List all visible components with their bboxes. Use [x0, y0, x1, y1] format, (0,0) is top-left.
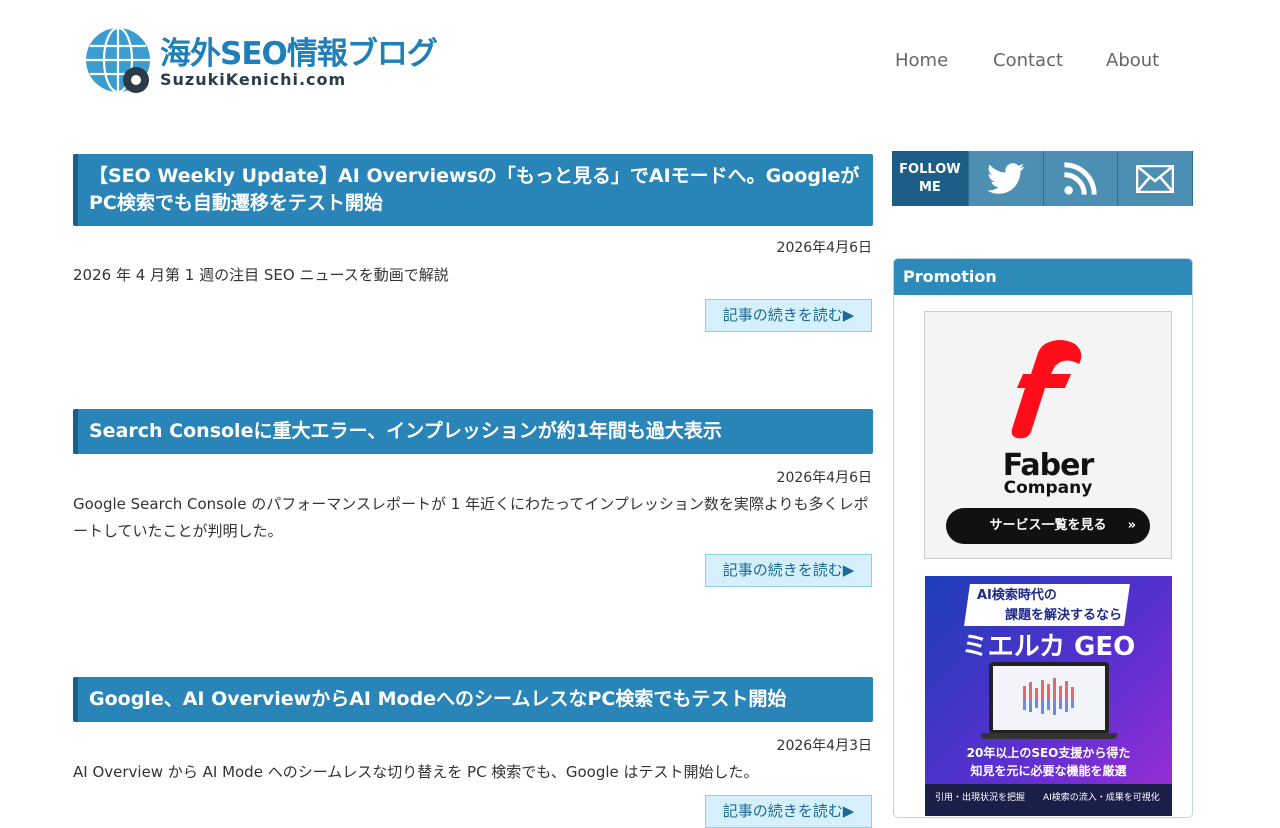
faber-logo-icon — [1011, 340, 1082, 439]
post-title[interactable]: 【SEO Weekly Update】AI Overviewsの「もっと見る」で… — [73, 154, 873, 226]
faber-company-ad[interactable]: Faber Company サービス一覧を見る » — [924, 311, 1172, 559]
rss-icon — [1064, 161, 1098, 195]
mail-button[interactable] — [1117, 151, 1193, 206]
nav-home-link[interactable]: Home — [895, 50, 948, 71]
nav-about[interactable]: About — [1106, 50, 1159, 71]
ad2-product: ミエルカ GEO — [961, 632, 1136, 662]
chart-icon — [1023, 678, 1074, 715]
ad2-bullet1: 引用・出現状況を把握 — [935, 793, 1026, 803]
logo-subtitle: SuzukiKenichi.com — [160, 70, 347, 89]
mail-icon — [1136, 164, 1175, 193]
mieruca-geo-ad[interactable]: AI検索時代の 課題を解決するなら ミエルカ GEO 20年以上のSEO支援から… — [925, 576, 1172, 816]
nav-home[interactable]: Home — [895, 50, 948, 71]
nav-about-link[interactable]: About — [1106, 50, 1159, 71]
ad2-tagline2: 知見を元に必要な機能を厳選 — [970, 764, 1127, 778]
twitter-icon — [986, 162, 1024, 194]
ad2-laptop-image — [989, 662, 1109, 734]
read-more-button[interactable]: 記事の続きを読む▶ — [705, 554, 872, 587]
ad2-bullets: 引用・出現状況を把握 AI検索の流入・成果を可視化 — [925, 784, 1172, 816]
site-logo[interactable]: 海外SEO情報ブログ SuzukiKenichi.com — [80, 24, 480, 100]
read-more-button[interactable]: 記事の続きを読む▶ — [705, 299, 872, 332]
ad2-laptop-base — [981, 733, 1117, 739]
faber-service-label: サービス一覧を見る — [989, 518, 1107, 533]
post-date: 2026年4月6日 — [776, 470, 872, 486]
ad2-tagline1: 20年以上のSEO支援から得た — [966, 746, 1131, 760]
twitter-button[interactable] — [967, 151, 1043, 206]
chevron-right-icon: » — [1127, 518, 1136, 533]
follow-label: FOLLOW ME — [892, 151, 968, 206]
post-title[interactable]: Search Consoleに重大エラー、インプレッションが約1年間も過大表示 — [73, 409, 873, 454]
faber-service-button[interactable]: サービス一覧を見る » — [946, 508, 1150, 544]
post-title[interactable]: Google、AI OverviewからAI ModeへのシームレスなPC検索で… — [73, 677, 873, 722]
company-brand: Company — [1003, 478, 1093, 498]
nav-contact-link[interactable]: Contact — [993, 50, 1063, 71]
logo-title: 海外SEO情報ブログ — [160, 36, 438, 72]
post-excerpt: 2026 年 4 月第 1 週の注目 SEO ニュースを動画で解説 — [73, 266, 449, 284]
post-excerpt: Google Search Console のパフォーマンスレポートが 1 年近… — [73, 495, 869, 540]
nav-contact[interactable]: Contact — [993, 50, 1063, 71]
ad2-line1: AI検索時代の — [977, 588, 1057, 603]
post-excerpt: AI Overview から AI Mode へのシームレスな切り替えを PC … — [73, 763, 759, 781]
promotion-title: Promotion — [894, 259, 1192, 295]
post-date: 2026年4月6日 — [776, 240, 872, 256]
follow-bar: FOLLOW ME — [892, 151, 1193, 206]
post-date: 2026年4月3日 — [776, 738, 872, 754]
ad2-line2: 課題を解決するなら — [1005, 608, 1123, 623]
ad2-bullet2: AI検索の流入・成果を可視化 — [1043, 793, 1160, 803]
rss-button[interactable] — [1042, 151, 1118, 206]
globe-logo-icon — [86, 26, 150, 94]
